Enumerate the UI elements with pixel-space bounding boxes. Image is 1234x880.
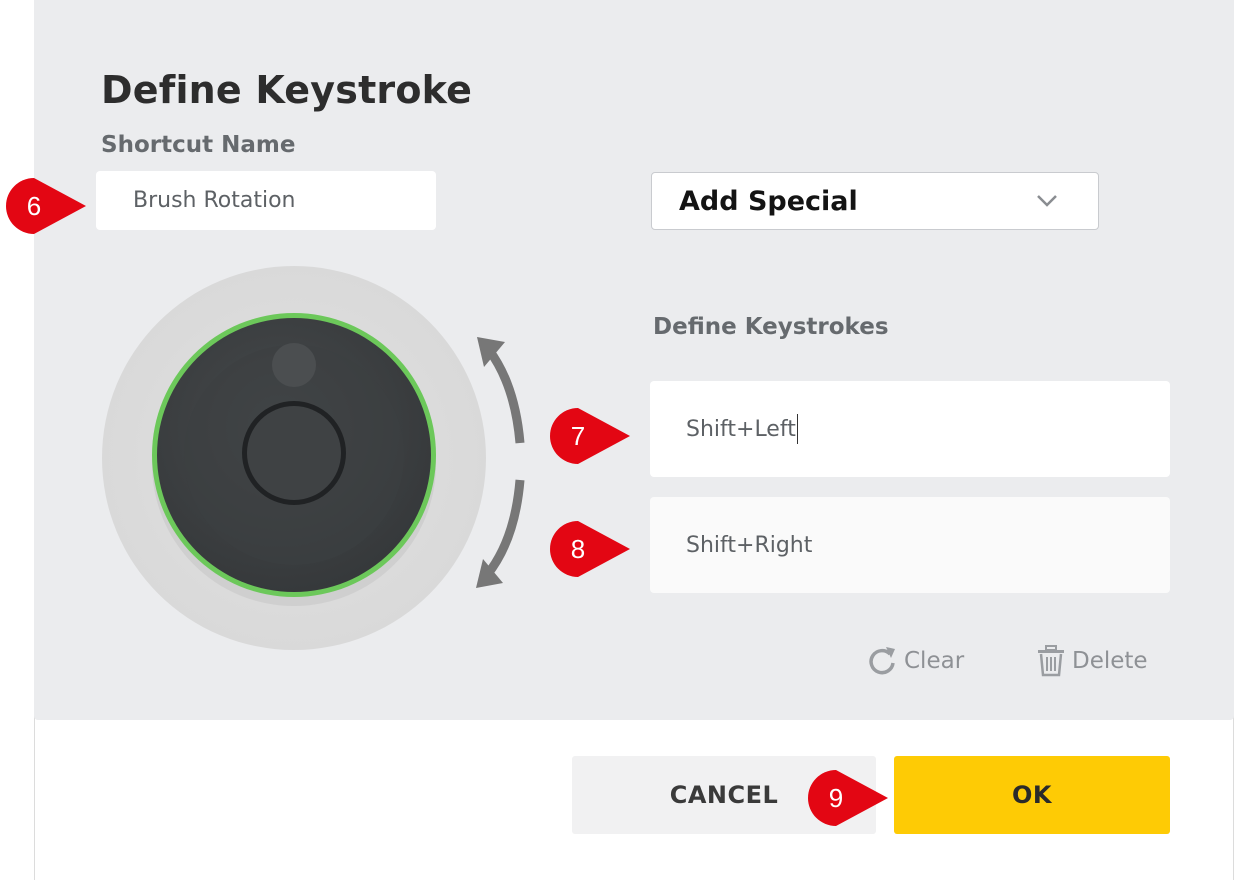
delete-button[interactable]: Delete [1036,645,1148,677]
callout-marker-8: 8 [550,521,632,577]
keystroke-input-1[interactable]: Shift+Left [650,381,1170,477]
keystroke-2-value: Shift+Right [686,532,813,558]
trash-icon [1038,645,1064,677]
define-keystrokes-label: Define Keystrokes [653,314,889,340]
chevron-down-icon [1037,195,1057,207]
callout-number: 8 [570,533,586,564]
callout-marker-7: 7 [550,408,632,464]
clear-button[interactable]: Clear [866,645,964,677]
ok-button[interactable]: OK [894,756,1170,834]
add-special-dropdown[interactable]: Add Special [651,172,1099,230]
ok-label: OK [1012,781,1052,809]
keystroke-input-2[interactable]: Shift+Right [650,497,1170,593]
keystroke-1-value: Shift+Left [686,416,796,442]
callout-number: 9 [828,782,844,813]
refresh-icon [869,647,895,675]
callout-marker-9: 9 [808,770,890,826]
clear-label: Clear [904,648,965,674]
rotary-dial-icon [102,266,525,650]
callout-marker-6: 6 [6,178,88,234]
cancel-label: CANCEL [669,781,779,809]
text-caret [796,414,798,444]
callout-number: 7 [570,420,586,451]
delete-label: Delete [1072,648,1148,674]
callout-number: 6 [26,190,42,221]
add-special-label: Add Special [679,185,858,217]
